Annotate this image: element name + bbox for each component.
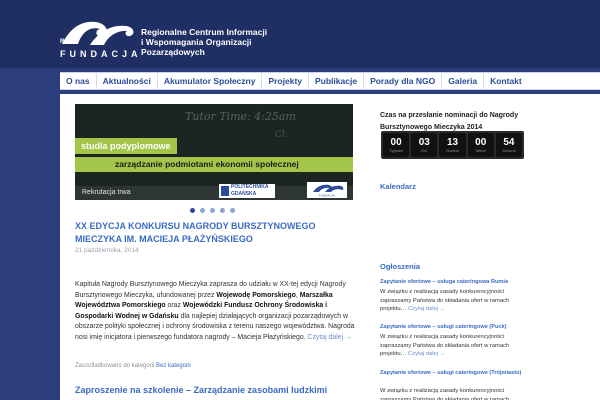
post-text: oraz: [165, 302, 183, 309]
nav-item-akumulator[interactable]: Akumulator Społeczny: [158, 72, 263, 90]
countdown-label: Sekund: [502, 148, 516, 153]
nav-item-galeria[interactable]: Galeria: [442, 72, 485, 90]
ad-title-link[interactable]: Zapytanie ofertowe – usługa cateringowa …: [380, 278, 535, 286]
org-name-line: Pozarządowych: [141, 47, 205, 57]
ad-title-link[interactable]: Zapytanie ofertowe – usługi cateringowe …: [380, 323, 535, 331]
slide-board-text: Cl.: [275, 130, 288, 140]
read-more-link[interactable]: Czytaj dalej →: [408, 351, 445, 357]
countdown-label: Minut: [475, 148, 486, 153]
fundacja-logo-icon: FUNDACJA: [307, 182, 347, 198]
countdown-number: 13: [446, 137, 459, 148]
org-name: Regionalne Centrum Informacji i Wspomaga…: [141, 27, 267, 57]
politechnika-logo-line: POLITECHNIKA: [231, 184, 269, 190]
post-body: Kapituła Nagrody Bursztynowego Mieczyka …: [75, 280, 358, 343]
ad-excerpt-text: W związku z realizacją zasady konkurency…: [380, 388, 510, 400]
countdown-label: Tygodni: [389, 148, 404, 153]
read-more-link[interactable]: Czytaj dalej →: [408, 306, 445, 312]
post-meta-prefix: Zaszufladkowano do kategorii: [75, 363, 157, 369]
politechnika-emblem-icon: [221, 186, 229, 196]
countdown-cell: 03 Dni: [411, 133, 438, 157]
slider-dot[interactable]: [190, 208, 195, 213]
slider-dot[interactable]: [210, 208, 215, 213]
slide-board-text: Tutor Time: 4:25am: [185, 110, 296, 123]
countdown-timer: 00 Tygodni 03 Dni 13 Godzin 00 Minut 54 …: [381, 131, 524, 159]
countdown-cell: 54 Sekund: [495, 133, 523, 157]
post-meta: Zaszufladkowano do kategorii Bez kategor…: [75, 363, 191, 369]
countdown-label: Dni: [421, 148, 428, 153]
countdown-number: 54: [503, 137, 515, 148]
slider-pagination: [190, 208, 235, 213]
ad-excerpt: W związku z realizacją zasady konkurency…: [380, 333, 535, 359]
nav-item-kontakt[interactable]: Kontakt: [484, 72, 528, 90]
org-name-line: i Wspomagania Organizacji: [141, 37, 252, 47]
calendar-heading: Kalendarz: [380, 182, 416, 191]
post-date: 21 października, 2014: [75, 247, 139, 254]
read-more-link[interactable]: Czytaj dalej →: [308, 334, 352, 341]
post-bold-text: Wojewodę Pomorskiego: [216, 291, 296, 299]
post-title[interactable]: Zaproszenie na szkolenie – Zarządzanie z…: [75, 384, 353, 397]
nav-item-publikacje[interactable]: Publikacje: [309, 72, 365, 90]
nav-item-aktualnosci[interactable]: Aktualności: [97, 72, 158, 90]
ads-heading: Ogłoszenia: [380, 262, 421, 271]
fundacja-logo-text: FUNDACJA: [319, 194, 335, 198]
countdown-number: 03: [418, 137, 430, 148]
slide-headline: studia podyplomowe: [75, 138, 177, 154]
countdown-cell: 00 Minut: [467, 133, 494, 157]
countdown-cell: 00 Tygodni: [383, 133, 410, 157]
nav-item-o-nas[interactable]: O nas: [60, 72, 97, 90]
ad-title-link[interactable]: Zapytanie ofertowe – usługi cateringowe …: [380, 369, 535, 377]
logo-rc: RC: [60, 39, 70, 45]
slider-dot[interactable]: [220, 208, 225, 213]
logo-text: FUNDACJA: [60, 49, 142, 59]
nav-item-projekty[interactable]: Projekty: [262, 72, 309, 90]
countdown-number: 00: [390, 137, 402, 148]
post-title[interactable]: XX Edycja Konkursu Nagrody Bursztynowego…: [75, 220, 353, 246]
countdown-label: Godzin: [446, 148, 459, 153]
ad-excerpt: W związku z realizacją zasady konkurency…: [380, 288, 535, 314]
slide-subheadline: zarządzanie podmiotami ekonomii społeczn…: [75, 157, 353, 172]
wave-logo-icon: [62, 21, 134, 45]
image-slider[interactable]: Tutor Time: 4:25am Cl. studia podyplomow…: [75, 104, 353, 200]
site-header: RC FUNDACJA Regionalne Centrum Informacj…: [0, 0, 600, 68]
ad-excerpt: W związku z realizacją zasady konkurency…: [380, 387, 535, 400]
org-name-line: Regionalne Centrum Informacji: [141, 27, 268, 37]
slider-dot[interactable]: [200, 208, 205, 213]
nav-item-porady[interactable]: Porady dla NGO: [364, 72, 443, 90]
category-link[interactable]: Bez kategorii: [156, 363, 191, 369]
slider-dot[interactable]: [230, 208, 235, 213]
countdown-number: 00: [475, 137, 487, 148]
politechnika-logo: POLITECHNIKA GDAŃSKA: [219, 184, 275, 198]
countdown-cell: 13 Godzin: [439, 133, 466, 157]
politechnika-logo-line: GDAŃSKA: [231, 191, 257, 197]
main-nav: O nas Aktualności Akumulator Społeczny P…: [60, 72, 600, 90]
site-logo[interactable]: RC FUNDACJA: [60, 18, 138, 60]
content-area: Tutor Time: 4:25am Cl. studia podyplomow…: [60, 94, 600, 400]
